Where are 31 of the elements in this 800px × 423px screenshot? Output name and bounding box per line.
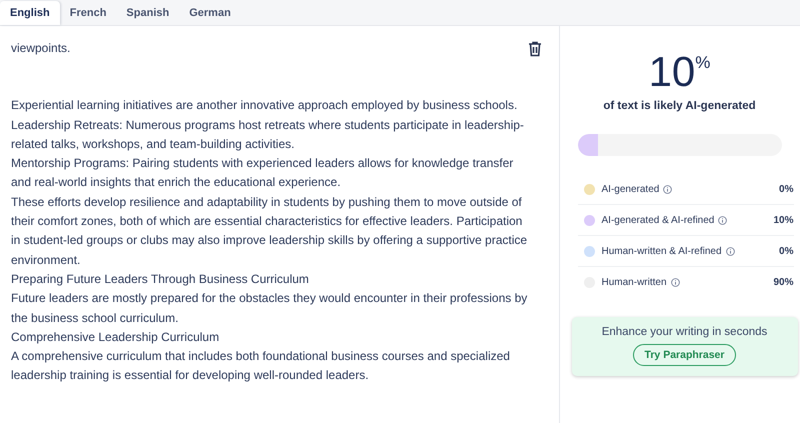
paraphraser-button[interactable]: Try Paraphraser xyxy=(632,344,736,366)
trash-icon[interactable] xyxy=(528,41,542,57)
paragraph: Future leaders are mostly prepared for the obstacles they would encounter in their professions by the business school curriculum. xyxy=(11,290,528,327)
percent-sign: % xyxy=(695,53,710,73)
paragraph: Preparing Future Leaders Through Business Curriculum xyxy=(11,270,310,288)
category-label: AI-generated & AI-refined xyxy=(602,214,714,226)
result-caption: of text is likely AI-generated xyxy=(603,100,756,112)
info-icon[interactable] xyxy=(663,184,672,194)
paragraph: Mentorship Programs: Pairing students with experienced leaders allows for knowledge transfer and real-world insights that enrich the educational experience. xyxy=(11,155,514,192)
category-label: AI-generated xyxy=(602,184,660,194)
category-value: 0% xyxy=(779,184,794,194)
category-label: Human-written & AI-refined xyxy=(602,246,722,256)
language-tab[interactable]: German xyxy=(179,1,241,25)
category-label: Human-written xyxy=(602,276,667,288)
promo-text: Enhance your writing in seconds xyxy=(602,326,768,338)
category-value: 10% xyxy=(773,214,794,226)
paragraph: These efforts develop resilience and adaptability in students by pushing them to move outside of their comfort zones, both of which are essential characteristics for effective leaders. Participation in student-led groups or clubs may also improve leadership skills by offering a supportive practice environment. xyxy=(11,194,528,269)
info-icon[interactable] xyxy=(726,246,735,256)
info-icon[interactable] xyxy=(670,278,680,286)
paragraph: Comprehensive Leadership Curriculum xyxy=(11,328,220,346)
paragraph: viewpoints. xyxy=(11,40,72,57)
category-value: 90% xyxy=(773,276,794,288)
language-tab[interactable]: French xyxy=(60,1,116,25)
paragraph: Experiential learning initiatives are another innovative approach employed by business schools. xyxy=(11,97,518,114)
category-value: 0% xyxy=(779,246,794,256)
info-icon[interactable] xyxy=(718,216,728,224)
percentage-value: 10 xyxy=(648,50,696,94)
language-tab[interactable]: English xyxy=(0,1,60,25)
language-tab[interactable]: Spanish xyxy=(116,1,180,25)
paragraph: Leadership Retreats: Numerous programs host retreats where students participate in leadership-related talks, workshops, and team-building activities. xyxy=(11,116,525,153)
paragraph: A comprehensive curriculum that includes both foundational business courses and specialized leadership training is essential for developing well-rounded leaders. xyxy=(11,348,511,384)
